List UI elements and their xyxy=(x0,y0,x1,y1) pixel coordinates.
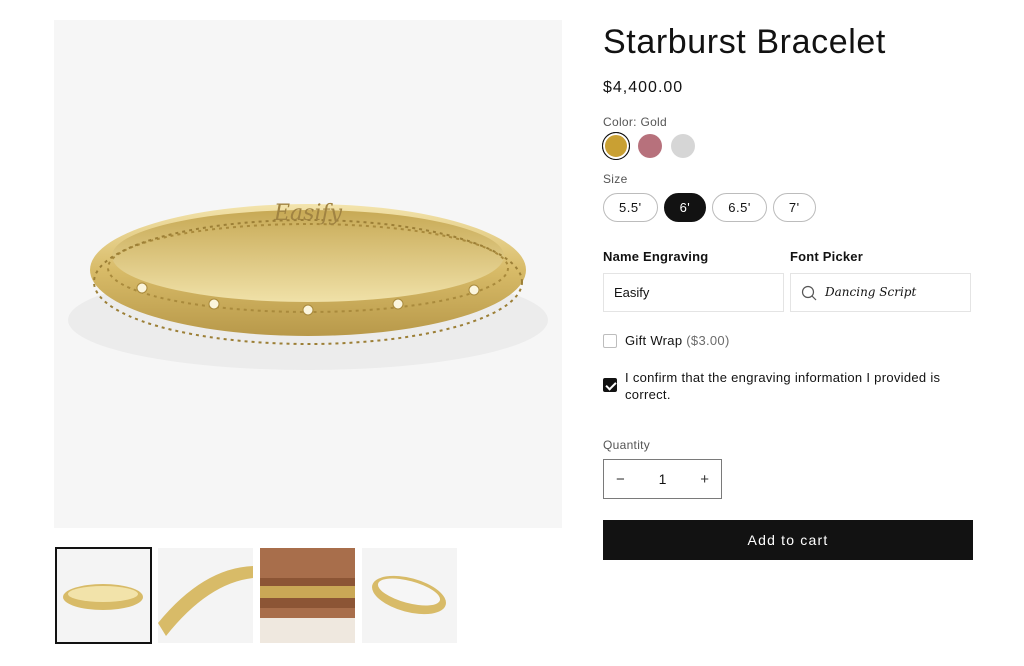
thumbnail-bracelet-on-wrist[interactable] xyxy=(260,548,355,643)
quantity-label: Quantity xyxy=(603,438,651,452)
quantity-input[interactable]: 1 xyxy=(659,471,667,487)
gift-wrap-checkbox[interactable] xyxy=(603,334,617,348)
product-main-image[interactable]: Easify xyxy=(54,20,562,528)
engraving-label: Name Engraving xyxy=(603,249,709,264)
engraving-input[interactable]: Easify xyxy=(603,273,784,312)
size-option-5-5[interactable]: 5.5' xyxy=(603,193,658,222)
engraving-value: Easify xyxy=(614,285,650,300)
product-info: Starburst Bracelet $4,400.00 Color: Gold… xyxy=(602,20,973,560)
bracelet-thumb-icon xyxy=(63,584,143,610)
swatch-gold[interactable] xyxy=(602,132,630,160)
engraving-preview: Easify xyxy=(273,201,343,226)
font-picker-group: Font Picker Dancing Script xyxy=(790,248,971,312)
size-options: 5.5' 6' 6.5' 7' xyxy=(603,193,973,222)
add-to-cart-button[interactable]: Add to cart xyxy=(603,520,973,560)
quantity-decrease-button[interactable]: − xyxy=(616,471,625,488)
wrist-photo-icon xyxy=(260,548,355,643)
font-picker-label: Font Picker xyxy=(790,249,863,264)
swatch-silver[interactable] xyxy=(671,134,695,158)
personalization-fields: Name Engraving Easify Font Picker Dancin… xyxy=(603,248,973,312)
confirm-checkbox[interactable] xyxy=(603,378,617,392)
size-option-6-5[interactable]: 6.5' xyxy=(712,193,767,222)
product-price: $4,400.00 xyxy=(603,79,684,96)
search-icon xyxy=(801,285,817,300)
confirm-row[interactable]: I confirm that the engraving information… xyxy=(603,369,973,403)
gift-wrap-text: Gift Wrap ($3.00) xyxy=(625,332,730,349)
gift-wrap-row[interactable]: Gift Wrap ($3.00) xyxy=(603,332,973,349)
confirm-label: I confirm that the engraving information… xyxy=(625,370,941,402)
gift-wrap-price: ($3.00) xyxy=(686,333,730,348)
quantity-stepper: − 1 + xyxy=(603,459,722,499)
size-option-7[interactable]: 7' xyxy=(772,193,816,222)
bracelet-angle-icon xyxy=(372,575,446,615)
font-picker-value: Dancing Script xyxy=(825,285,917,299)
font-picker-select[interactable]: Dancing Script xyxy=(790,273,971,312)
thumbnail-strip xyxy=(55,547,457,644)
bracelet-detail-icon xyxy=(158,566,253,636)
thumbnail-bracelet-angle[interactable] xyxy=(362,548,457,643)
options-checkboxes: Gift Wrap ($3.00) I confirm that the eng… xyxy=(603,332,973,403)
thumbnail-bracelet-front[interactable] xyxy=(55,547,152,644)
size-option-6[interactable]: 6' xyxy=(663,193,707,222)
thumbnail-bracelet-detail[interactable] xyxy=(158,548,253,643)
color-swatches xyxy=(602,132,973,160)
swatch-rose[interactable] xyxy=(638,134,662,158)
bracelet-image: Easify xyxy=(68,201,548,370)
color-label: Color: Gold xyxy=(603,115,667,129)
size-label: Size xyxy=(603,172,628,186)
product-title: Starburst Bracelet xyxy=(603,23,886,61)
engraving-group: Name Engraving Easify xyxy=(603,248,784,312)
quantity-increase-button[interactable]: + xyxy=(700,471,709,488)
gift-wrap-label: Gift Wrap xyxy=(625,333,683,348)
